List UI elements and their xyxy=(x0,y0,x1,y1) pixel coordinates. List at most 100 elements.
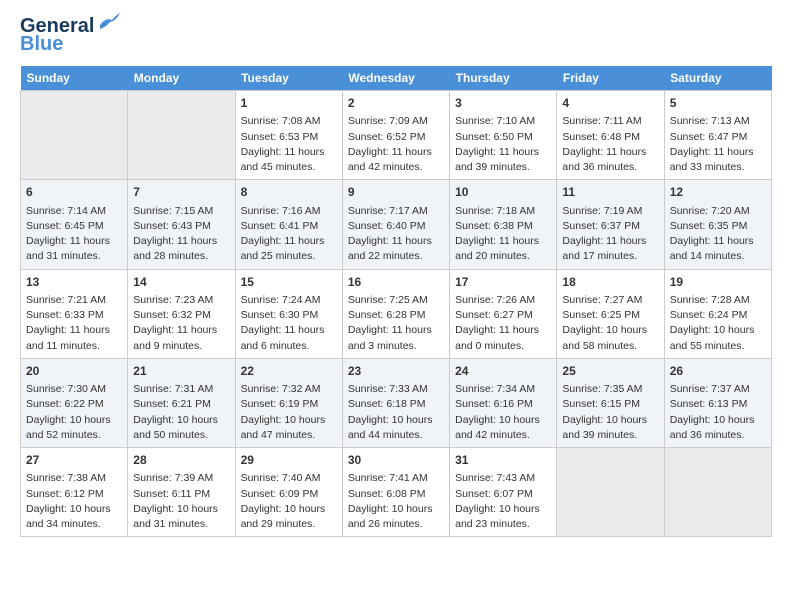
daylight-text: Daylight: 11 hours and 17 minutes. xyxy=(562,235,646,262)
sunset-text: Sunset: 6:47 PM xyxy=(670,131,748,143)
sunset-text: Sunset: 6:18 PM xyxy=(348,398,426,410)
day-number: 14 xyxy=(133,274,229,291)
daylight-text: Daylight: 11 hours and 3 minutes. xyxy=(348,324,432,351)
sunrise-text: Sunrise: 7:16 AM xyxy=(241,205,321,217)
sunset-text: Sunset: 6:32 PM xyxy=(133,309,211,321)
daylight-text: Daylight: 11 hours and 31 minutes. xyxy=(26,235,110,262)
header: General Blue xyxy=(20,16,772,56)
week-row-1: 1Sunrise: 7:08 AMSunset: 6:53 PMDaylight… xyxy=(21,91,772,180)
day-cell-11: 11Sunrise: 7:19 AMSunset: 6:37 PMDayligh… xyxy=(557,180,664,269)
day-number: 5 xyxy=(670,95,766,112)
sunrise-text: Sunrise: 7:23 AM xyxy=(133,294,213,306)
week-row-4: 20 Sunrise: 7:30 AM Sunset: 6:22 PM Dayligh… xyxy=(21,358,772,447)
day-cell-14: 14Sunrise: 7:23 AMSunset: 6:32 PMDayligh… xyxy=(128,269,235,358)
daylight-text: Daylight: 10 hours and 36 minutes. xyxy=(670,414,755,441)
day-number: 30 xyxy=(348,452,444,469)
empty-cell xyxy=(21,91,128,180)
day-number: 22 xyxy=(241,363,337,380)
daylight-text: Daylight: 11 hours and 25 minutes. xyxy=(241,235,325,262)
daylight-text: Daylight: 10 hours and 44 minutes. xyxy=(348,414,433,441)
sunset-text: Sunset: 6:52 PM xyxy=(348,131,426,143)
sunset-text: Sunset: 6:50 PM xyxy=(455,131,533,143)
day-cell-30: 30Sunrise: 7:41 AMSunset: 6:08 PMDayligh… xyxy=(342,448,449,537)
day-cell-26: 26Sunrise: 7:37 AMSunset: 6:13 PMDayligh… xyxy=(664,358,771,447)
daylight-text: Daylight: 10 hours and 31 minutes. xyxy=(133,503,218,530)
day-number: 20 xyxy=(26,363,122,380)
sunrise-text: Sunrise: 7:15 AM xyxy=(133,205,213,217)
day-number: 11 xyxy=(562,184,658,201)
day-number: 15 xyxy=(241,274,337,291)
daylight-text: Daylight: 11 hours and 14 minutes. xyxy=(670,235,754,262)
day-cell-6: 6Sunrise: 7:14 AMSunset: 6:45 PMDaylight… xyxy=(21,180,128,269)
sunrise-text: Sunrise: 7:18 AM xyxy=(455,205,535,217)
sunset-text: Sunset: 6:48 PM xyxy=(562,131,640,143)
daylight-text: Daylight: 10 hours and 29 minutes. xyxy=(241,503,326,530)
daylight-text: Daylight: 11 hours and 11 minutes. xyxy=(26,324,110,351)
sunset-text: Sunset: 6:33 PM xyxy=(26,309,104,321)
sunrise-text: Sunrise: 7:24 AM xyxy=(241,294,321,306)
day-number: 13 xyxy=(26,274,122,291)
sunset-text: Sunset: 6:27 PM xyxy=(455,309,533,321)
sunrise-text: Sunrise: 7:30 AM xyxy=(26,383,106,395)
day-number: 23 xyxy=(348,363,444,380)
sunset-text: Sunset: 6:30 PM xyxy=(241,309,319,321)
sunset-text: Sunset: 6:21 PM xyxy=(133,398,211,410)
day-cell-18: 18Sunrise: 7:27 AMSunset: 6:25 PMDayligh… xyxy=(557,269,664,358)
day-cell-13: 13Sunrise: 7:21 AMSunset: 6:33 PMDayligh… xyxy=(21,269,128,358)
daylight-text: Daylight: 11 hours and 28 minutes. xyxy=(133,235,217,262)
calendar-table: SundayMondayTuesdayWednesdayThursdayFrid… xyxy=(20,66,772,537)
daylight-text: Daylight: 10 hours and 42 minutes. xyxy=(455,414,540,441)
empty-cell xyxy=(128,91,235,180)
sunrise-text: Sunrise: 7:38 AM xyxy=(26,472,106,484)
daylight-text: Daylight: 10 hours and 47 minutes. xyxy=(241,414,326,441)
day-cell-10: 10Sunrise: 7:18 AMSunset: 6:38 PMDayligh… xyxy=(450,180,557,269)
day-number: 25 xyxy=(562,363,658,380)
daylight-text: Daylight: 11 hours and 33 minutes. xyxy=(670,146,754,173)
sunrise-text: Sunrise: 7:25 AM xyxy=(348,294,428,306)
day-cell-8: 8 Sunrise: 7:16 AM Sunset: 6:41 PM Daylight… xyxy=(235,180,342,269)
day-number: 31 xyxy=(455,452,551,469)
day-cell-29: 29Sunrise: 7:40 AMSunset: 6:09 PMDayligh… xyxy=(235,448,342,537)
sunset-text: Sunset: 6:38 PM xyxy=(455,220,533,232)
sunrise-text: Sunrise: 7:11 AM xyxy=(562,115,641,127)
sunrise-text: Sunrise: 7:28 AM xyxy=(670,294,750,306)
day-cell-12: 12Sunrise: 7:20 AMSunset: 6:35 PMDayligh… xyxy=(664,180,771,269)
sunset-text: Sunset: 6:09 PM xyxy=(241,488,319,500)
sunset-text: Sunset: 6:35 PM xyxy=(670,220,748,232)
sunrise-text: Sunrise: 7:10 AM xyxy=(455,115,535,127)
logo-bird-icon xyxy=(98,13,120,29)
day-cell-31: 31Sunrise: 7:43 AMSunset: 6:07 PMDayligh… xyxy=(450,448,557,537)
day-number: 27 xyxy=(26,452,122,469)
day-cell-1: 1Sunrise: 7:08 AMSunset: 6:53 PMDaylight… xyxy=(235,91,342,180)
sunset-text: Sunset: 6:25 PM xyxy=(562,309,640,321)
sunset-text: Sunset: 6:41 PM xyxy=(241,220,319,232)
sunset-text: Sunset: 6:28 PM xyxy=(348,309,426,321)
week-row-2: 6Sunrise: 7:14 AMSunset: 6:45 PMDaylight… xyxy=(21,180,772,269)
sunrise-text: Sunrise: 7:34 AM xyxy=(455,383,535,395)
day-number: 8 xyxy=(241,184,337,201)
day-cell-5: 5Sunrise: 7:13 AMSunset: 6:47 PMDaylight… xyxy=(664,91,771,180)
day-number: 4 xyxy=(562,95,658,112)
daylight-text: Daylight: 10 hours and 39 minutes. xyxy=(562,414,647,441)
day-number: 19 xyxy=(670,274,766,291)
day-cell-3: 3Sunrise: 7:10 AMSunset: 6:50 PMDaylight… xyxy=(450,91,557,180)
daylight-text: Daylight: 10 hours and 52 minutes. xyxy=(26,414,111,441)
daylight-text: Daylight: 10 hours and 50 minutes. xyxy=(133,414,218,441)
day-number: 2 xyxy=(348,95,444,112)
page: General Blue SundayMondayTuesdayWednesda… xyxy=(0,0,792,553)
sunset-text: Sunset: 6:15 PM xyxy=(562,398,640,410)
sunset-text: Sunset: 6:07 PM xyxy=(455,488,533,500)
sunrise-text: Sunrise: 7:14 AM xyxy=(26,205,106,217)
day-number: 12 xyxy=(670,184,766,201)
sunset-text: Sunset: 6:40 PM xyxy=(348,220,426,232)
day-cell-7: 7Sunrise: 7:15 AMSunset: 6:43 PMDaylight… xyxy=(128,180,235,269)
day-cell-28: 28Sunrise: 7:39 AMSunset: 6:11 PMDayligh… xyxy=(128,448,235,537)
sunrise-text: Sunrise: 7:37 AM xyxy=(670,383,750,395)
sunrise-text: Sunrise: 7:41 AM xyxy=(348,472,428,484)
day-cell-23: 23Sunrise: 7:33 AMSunset: 6:18 PMDayligh… xyxy=(342,358,449,447)
day-cell-25: 25Sunrise: 7:35 AMSunset: 6:15 PMDayligh… xyxy=(557,358,664,447)
sunset-text: Sunset: 6:22 PM xyxy=(26,398,104,410)
day-cell-19: 19Sunrise: 7:28 AMSunset: 6:24 PMDayligh… xyxy=(664,269,771,358)
weekday-sunday: Sunday xyxy=(21,66,128,91)
day-number: 10 xyxy=(455,184,551,201)
